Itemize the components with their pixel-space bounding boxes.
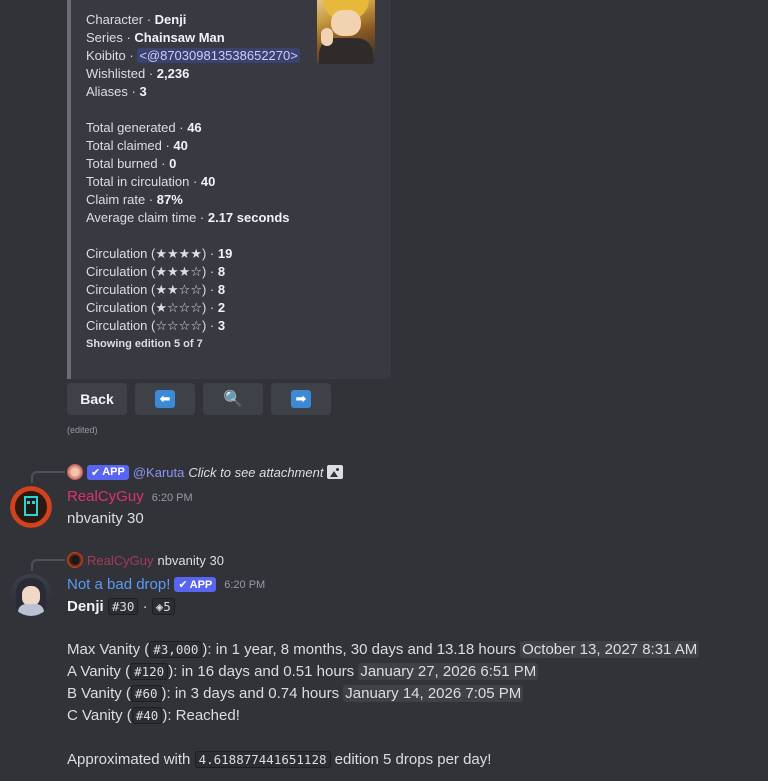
username[interactable]: RealCyGuy: [67, 488, 144, 505]
field-character: Character · Denji: [86, 12, 187, 27]
vanity-line-max: Max Vanity (#3,000): in 1 year, 8 months…: [67, 641, 700, 658]
reply-author[interactable]: @Karuta: [133, 465, 185, 480]
field-aliases: Aliases · 3: [86, 84, 147, 99]
print-number: #30: [107, 598, 139, 615]
date-chip[interactable]: January 27, 2026 6:51 PM: [358, 663, 539, 680]
timestamp[interactable]: 6:20 PM: [152, 492, 193, 504]
field-circulation-0star: Circulation (☆☆☆☆) · 3: [86, 318, 226, 333]
left-arrow-icon: ⬅: [155, 390, 175, 408]
field-circulation-4star: Circulation (★★★★) · 19: [86, 246, 233, 261]
right-arrow-icon: ➡: [291, 390, 311, 408]
field-koibito: Koibito · <@870309813538652270>: [86, 48, 300, 63]
rate-code: 4.618877441651128: [194, 751, 331, 768]
drop-title: Denji #30 · ◈5: [67, 598, 175, 615]
field-total-circulation: Total in circulation · 40: [86, 174, 216, 189]
edited-label: (edited): [67, 425, 98, 435]
embed-fields: Character · Denji Series · Chainsaw Man …: [86, 11, 326, 335]
field-circulation-2star: Circulation (★★☆☆) · 8: [86, 282, 226, 297]
magnifier-icon: 🔍: [223, 391, 243, 408]
message-content: nbvanity 30: [67, 510, 144, 527]
approximation-line: Approximated with 4.618877441651128 edit…: [67, 751, 492, 768]
reply-preview[interactable]: RealCyGuy nbvanity 30: [67, 552, 224, 568]
vanity-code: #120: [130, 663, 169, 680]
field-claim-rate: Claim rate · 87%: [86, 192, 183, 207]
field-series: Series · Chainsaw Man: [86, 30, 225, 45]
embed-footer: Showing edition 5 of 7: [86, 338, 203, 350]
back-button[interactable]: Back: [67, 383, 127, 415]
date-chip[interactable]: October 13, 2027 8:31 AM: [520, 641, 700, 658]
field-circulation-3star: Circulation (★★★☆) · 8: [86, 264, 226, 279]
field-total-burned: Total burned · 0: [86, 156, 177, 171]
field-total-generated: Total generated · 46: [86, 120, 202, 135]
separator: ·: [142, 598, 148, 615]
character-name: Denji: [67, 598, 104, 615]
app-badge: ✔ APP: [87, 464, 129, 480]
reply-spine: [31, 559, 65, 571]
field-avg-claim-time: Average claim time · 2.17 seconds: [86, 210, 290, 225]
reply-text: Click to see attachment: [188, 464, 324, 480]
realcyguy-avatar[interactable]: [10, 486, 52, 528]
field-total-claimed: Total claimed · 40: [86, 138, 188, 153]
message-header: RealCyGuy 6:20 PM: [67, 488, 193, 505]
app-badge: ✔ APP: [174, 577, 217, 592]
search-button[interactable]: 🔍: [203, 383, 263, 415]
vanity-line-a: A Vanity (#120): in 16 days and 0.51 hou…: [67, 663, 539, 680]
date-chip[interactable]: January 14, 2026 7:05 PM: [343, 685, 524, 702]
reply-spine: [31, 471, 65, 483]
realcyguy-mini-avatar: [67, 552, 83, 568]
reply-author[interactable]: RealCyGuy: [87, 553, 153, 568]
reply-preview[interactable]: ✔ APP @Karuta Click to see attachment: [67, 464, 344, 480]
vanity-line-c: C Vanity (#40): Reached!: [67, 707, 240, 724]
vanity-line-b: B Vanity (#60): in 3 days and 0.74 hours…: [67, 685, 524, 702]
vanity-code: #3,000: [149, 641, 203, 658]
field-circulation-1star: Circulation (★☆☆☆) · 2: [86, 300, 226, 315]
timestamp[interactable]: 6:20 PM: [224, 579, 265, 591]
previous-button[interactable]: ⬅: [135, 383, 195, 415]
vanity-code: #40: [131, 707, 163, 724]
karuta-avatar: [67, 464, 83, 480]
image-icon: [327, 465, 344, 479]
user-mention[interactable]: <@870309813538652270>: [137, 48, 300, 63]
field-wishlisted: Wishlisted · 2,236: [86, 66, 190, 81]
card-embed: Character · Denji Series · Chainsaw Man …: [67, 0, 391, 379]
reply-text: nbvanity 30: [157, 552, 224, 568]
message-header: Not a bad drop! ✔ APP 6:20 PM: [67, 576, 265, 593]
edition-number: ◈5: [151, 598, 175, 615]
next-button[interactable]: ➡: [271, 383, 331, 415]
bot-avatar[interactable]: [10, 574, 52, 616]
username[interactable]: Not a bad drop!: [67, 576, 170, 593]
vanity-code: #60: [130, 685, 162, 702]
